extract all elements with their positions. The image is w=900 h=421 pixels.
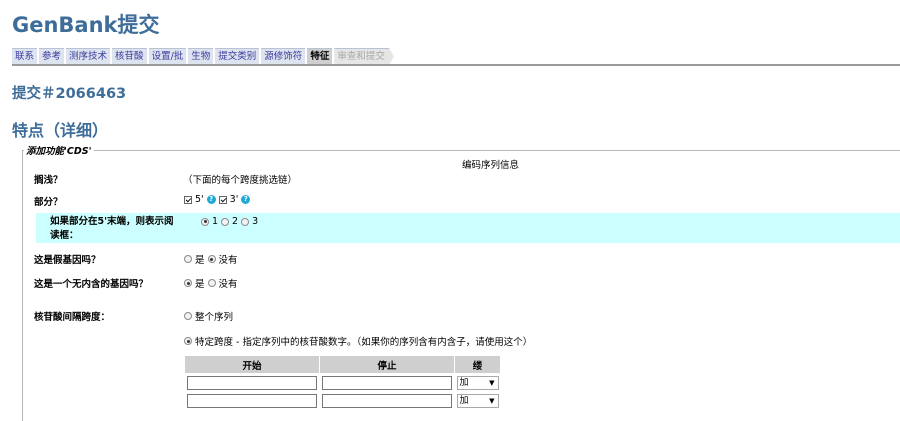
tab-contact[interactable]: 联系 [12,48,38,65]
tab-features[interactable]: 特征 [307,48,333,65]
help-icon[interactable]: ? [206,195,216,204]
specific-span-radio[interactable] [184,337,192,345]
strand-select[interactable]: 加 ▼ [456,376,499,390]
tab-set-batch[interactable]: 设置/批 [148,48,187,65]
strand-cell: 加 ▼ [455,392,501,410]
tab-submission-category[interactable]: 提交类别 [215,48,260,65]
pseudogene-label: 这是假基因吗？ [34,255,101,266]
coding-sequence-info-heading: 编码序列信息 [462,160,520,171]
frame-2-label: 2 [232,216,239,227]
intronless-yes-label: 是 [195,279,205,290]
help-icon[interactable]: ? [241,195,251,204]
step-tabs: 联系 参考 测序技术 核苷酸 设置/批 生物 提交类别 源修饰符 特征 审查和提… [12,48,394,65]
intronless-no-radio[interactable] [207,279,216,287]
start-cell [185,392,320,410]
reading-frame-options: 1 2 3 [201,216,258,227]
specific-span-option: 特定跨度 - 指定序列中的核苷酸数字。（如果你的序列含有内含子，请使用这个） [184,334,532,348]
tab-reference[interactable]: 参考 [39,48,65,65]
strand-select[interactable]: 加 ▼ [456,394,499,408]
whole-sequence-radio[interactable] [184,312,192,320]
stop-input[interactable] [321,394,452,408]
whole-sequence-option: 整个序列 [184,309,233,323]
pseudogene-no-radio[interactable] [207,255,216,263]
reading-frame-label: 如果部分在5'末端，则表示阅读框： [50,216,174,241]
stop-input[interactable] [321,376,452,390]
pseudogene-yes-radio[interactable] [184,255,192,263]
table-row: 加 ▼ [185,374,501,393]
strand-select-value: 加 [459,396,469,406]
partial-3-label: 3' [229,194,239,205]
start-input[interactable] [186,394,317,408]
pseudogene-options: 是 没有 [184,252,238,266]
partial-options: 5' ? 3' ? [184,194,251,205]
intronless-no-label: 没有 [218,279,238,290]
partial-3-checkbox[interactable] [218,195,227,204]
frame-1-radio[interactable] [201,217,209,226]
tab-review-submit: 审查和提交 [334,48,394,65]
specific-span-label: 特定跨度 - 指定序列中的核苷酸数字。（如果你的序列含有内含子，请使用这个） [195,337,533,348]
frame-3-label: 3 [252,216,259,227]
stop-cell [320,392,455,410]
stop-column-header: 停止 [319,355,455,374]
strand-cell: 加 ▼ [455,374,501,393]
stop-cell [320,374,455,393]
whole-sequence-label: 整个序列 [195,312,234,323]
strand-hint: （下面的每个跨度挑选链） [183,175,298,186]
nucleotide-span-label: 核苷酸间隔跨度： [34,312,111,323]
strand-column-header: 缕 [454,355,501,374]
table-row: 加 ▼ [185,392,501,410]
intronless-yes-radio[interactable] [184,279,192,287]
span-table-header: 开始 停止 缕 [184,355,501,374]
start-column-header: 开始 [184,355,320,374]
submission-id: 提交＃2066463 [12,86,127,102]
partial-label: 部分？ [34,197,63,208]
app-title: GenBank提交 [12,13,160,37]
strand-select-value: 加 [459,378,469,388]
fieldset-legend: 添加功能'CDS' [24,143,94,157]
chevron-down-icon: ▼ [489,397,495,405]
span-table: 开始 停止 缕 加 ▼ 加 ▼ [184,355,501,410]
section-title: 特点（详细） [12,121,109,140]
strand-label: 搁浅？ [34,175,63,186]
start-cell [185,374,320,393]
partial-5-label: 5' [195,194,204,205]
tab-sequencing-tech[interactable]: 测序技术 [66,48,111,65]
partial-5-checkbox[interactable] [184,195,192,204]
start-input[interactable] [186,376,317,390]
tab-organism[interactable]: 生物 [188,48,214,65]
frame-2-radio[interactable] [221,217,230,226]
intronless-label: 这是一个无内含的基因吗？ [34,279,149,290]
chevron-down-icon: ▼ [489,379,495,387]
intronless-options: 是 没有 [184,276,238,290]
pseudogene-yes-label: 是 [195,255,205,266]
tab-divider [12,64,900,66]
frame-3-radio[interactable] [241,217,250,226]
tab-source-modifiers[interactable]: 源修饰符 [261,48,306,65]
frame-1-label: 1 [212,216,219,227]
pseudogene-no-label: 没有 [218,255,238,266]
tab-nucleotide[interactable]: 核苷酸 [112,48,147,65]
